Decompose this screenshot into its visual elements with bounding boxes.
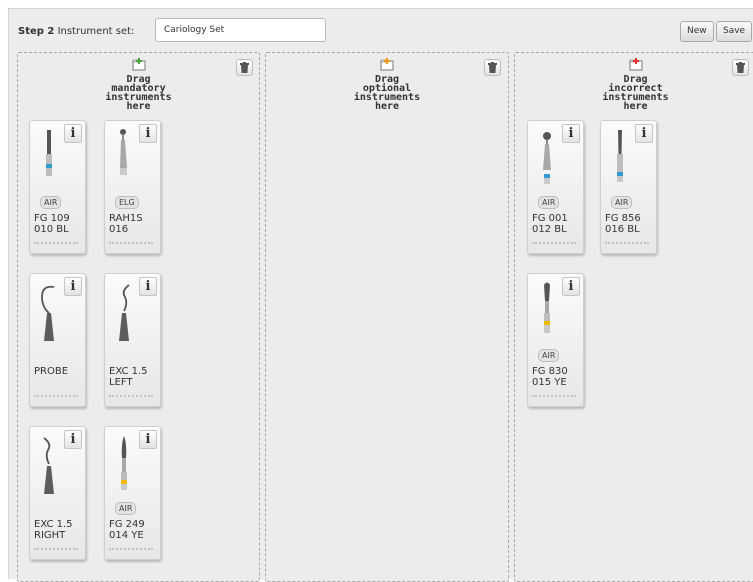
step-number: Step 2 bbox=[18, 26, 55, 37]
instrument-set-label: Instrument set: bbox=[57, 26, 135, 37]
card-divider bbox=[109, 548, 153, 552]
instrument-card[interactable]: i EXC 1.5 RIGHT bbox=[29, 426, 86, 560]
bur-ball-icon bbox=[534, 128, 560, 196]
instrument-name: FG 830 015 YE bbox=[532, 366, 568, 388]
save-button[interactable]: Save bbox=[716, 21, 753, 42]
optional-zone-header: Drag optional instruments here bbox=[266, 57, 508, 112]
instrument-card[interactable]: i AIR FG 109 010 BL bbox=[29, 120, 86, 254]
optional-trash-button[interactable] bbox=[484, 59, 501, 76]
card-divider bbox=[532, 242, 576, 246]
instrument-card[interactable]: i AIR FG 856 016 BL bbox=[600, 120, 657, 254]
instrument-name: FG 001 012 BL bbox=[532, 213, 568, 235]
info-icon[interactable]: i bbox=[562, 124, 580, 143]
info-icon[interactable]: i bbox=[139, 277, 157, 296]
card-divider bbox=[109, 242, 153, 246]
instrument-set-input[interactable] bbox=[155, 18, 326, 42]
info-icon[interactable]: i bbox=[139, 430, 157, 449]
instrument-card[interactable]: i EXC 1.5 LEFT bbox=[104, 273, 161, 407]
probe-icon bbox=[36, 281, 62, 349]
instrument-name: PROBE bbox=[34, 366, 69, 377]
instrument-name: RAH1S 016 bbox=[109, 213, 143, 235]
type-badge: ELG bbox=[115, 196, 139, 209]
card-divider bbox=[605, 242, 649, 246]
instrument-card[interactable]: i PROBE bbox=[29, 273, 86, 407]
info-icon[interactable]: i bbox=[562, 277, 580, 296]
instrument-name: FG 249 014 YE bbox=[109, 519, 145, 541]
incorrect-zone-title: Drag incorrect instruments here bbox=[602, 74, 669, 112]
bur-flame-icon bbox=[111, 434, 137, 502]
bur-ball-small-icon bbox=[111, 128, 137, 196]
card-divider bbox=[109, 395, 153, 399]
info-icon[interactable]: i bbox=[635, 124, 653, 143]
optional-zone-title: Drag optional instruments here bbox=[353, 74, 421, 112]
folder-plus-red-icon bbox=[629, 57, 643, 71]
instrument-name: FG 856 016 BL bbox=[605, 213, 641, 235]
card-divider bbox=[34, 242, 78, 246]
folder-plus-green-icon bbox=[132, 57, 146, 71]
type-badge: AIR bbox=[40, 196, 62, 209]
bur-taper-icon bbox=[607, 128, 633, 196]
instrument-card[interactable]: i ELG RAH1S 016 bbox=[104, 120, 161, 254]
instrument-card[interactable]: i AIR FG 830 015 YE bbox=[527, 273, 584, 407]
instrument-card[interactable]: i AIR FG 001 012 BL bbox=[527, 120, 584, 254]
instrument-name: EXC 1.5 RIGHT bbox=[34, 519, 73, 541]
card-divider bbox=[34, 395, 78, 399]
optional-drop-zone[interactable]: Drag optional instruments here bbox=[265, 52, 509, 582]
mandatory-zone-header: Drag mandatory instruments here bbox=[18, 57, 259, 112]
instrument-name: FG 109 010 BL bbox=[34, 213, 70, 235]
instrument-card[interactable]: i AIR FG 249 014 YE bbox=[104, 426, 161, 560]
info-icon[interactable]: i bbox=[64, 430, 82, 449]
bur-cylinder-icon bbox=[36, 128, 62, 196]
new-button[interactable]: New bbox=[680, 21, 714, 42]
mandatory-trash-button[interactable] bbox=[236, 59, 253, 76]
incorrect-trash-button[interactable] bbox=[732, 59, 749, 76]
info-icon[interactable]: i bbox=[64, 124, 82, 143]
folder-plus-orange-icon bbox=[380, 57, 394, 71]
excavator-right-icon bbox=[36, 434, 62, 502]
type-badge: AIR bbox=[538, 349, 560, 362]
trash-icon bbox=[736, 62, 745, 73]
trash-icon bbox=[488, 62, 497, 73]
type-badge: AIR bbox=[538, 196, 560, 209]
bur-pear-icon bbox=[534, 281, 560, 349]
card-divider bbox=[34, 548, 78, 552]
info-icon[interactable]: i bbox=[139, 124, 157, 143]
instrument-name: EXC 1.5 LEFT bbox=[109, 366, 148, 388]
info-icon[interactable]: i bbox=[64, 277, 82, 296]
type-badge: AIR bbox=[115, 502, 137, 515]
excavator-left-icon bbox=[111, 281, 137, 349]
mandatory-zone-title: Drag mandatory instruments here bbox=[105, 74, 172, 112]
trash-icon bbox=[240, 62, 249, 73]
type-badge: AIR bbox=[611, 196, 633, 209]
step-label: Step 2 Instrument set: bbox=[18, 26, 134, 37]
incorrect-zone-header: Drag incorrect instruments here bbox=[515, 57, 753, 112]
card-divider bbox=[532, 395, 576, 399]
